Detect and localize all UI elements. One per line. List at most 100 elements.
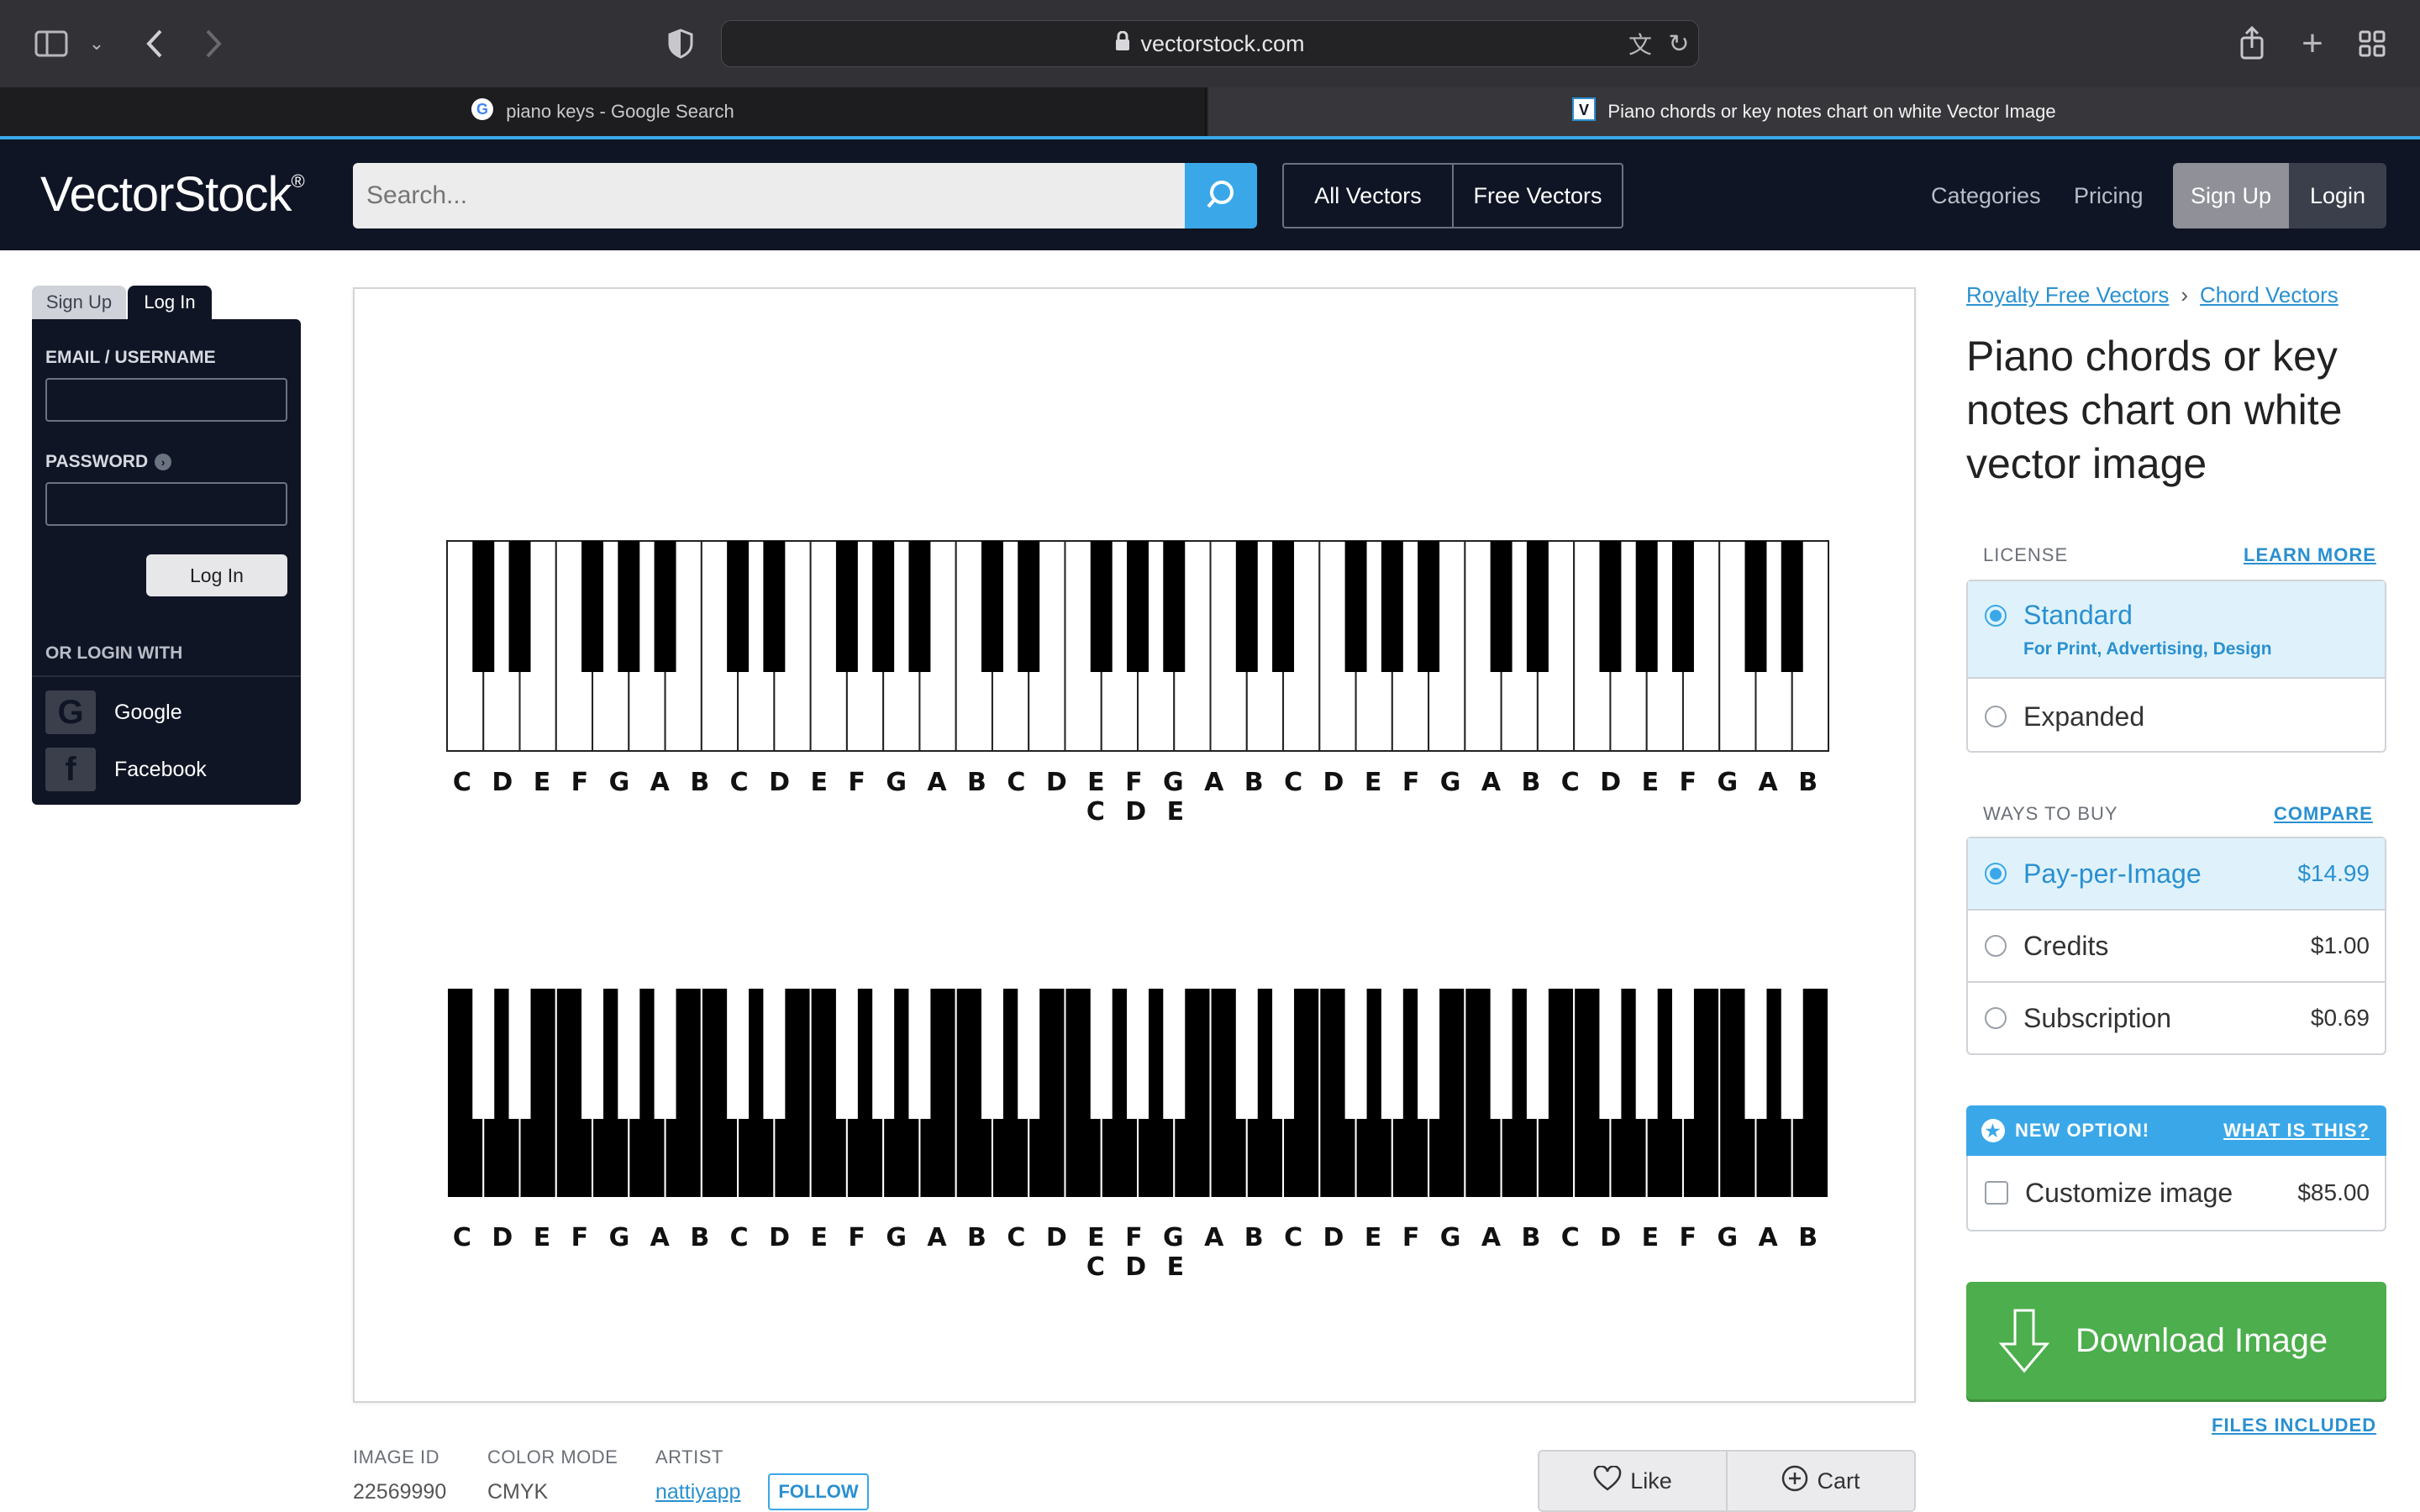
customize-price: $85.00 <box>2297 1179 2370 1205</box>
black-key <box>908 541 931 672</box>
free-vectors-button[interactable]: Free Vectors <box>1454 165 1622 227</box>
lock-icon <box>1115 30 1130 57</box>
info-icon[interactable]: › <box>155 454 172 470</box>
tab-log-in[interactable]: Log In <box>128 286 212 319</box>
translate-icon[interactable]: 文 <box>1622 27 1659 60</box>
follow-button[interactable]: FOLLOW <box>768 1473 869 1510</box>
search-icon <box>1204 177 1238 215</box>
google-login-button[interactable]: G Google <box>32 684 301 741</box>
inverted-sharp-key <box>872 988 895 1119</box>
license-standard[interactable]: Standard For Print, Advertising, Design <box>1968 581 2385 679</box>
license-expanded[interactable]: Expanded <box>1968 680 2385 753</box>
inverted-sharp-key <box>1781 988 1803 1119</box>
tab-vectorstock[interactable]: V Piano chords or key notes chart on whi… <box>1208 87 2420 136</box>
what-is-this-link[interactable]: WHAT IS THIS? <box>2223 1120 2370 1142</box>
inverted-sharp-key <box>835 988 858 1119</box>
color-mode-value: CMYK <box>487 1480 549 1504</box>
black-key <box>1490 541 1512 672</box>
black-key <box>1235 541 1258 672</box>
black-key <box>1635 541 1658 672</box>
files-included-link[interactable]: FILES INCLUDED <box>2212 1415 2376 1436</box>
learn-more-link[interactable]: LEARN MORE <box>2244 544 2376 566</box>
svg-text:V: V <box>1579 102 1589 118</box>
artist-link[interactable]: nattiyapp <box>655 1480 740 1504</box>
facebook-icon: f <box>45 748 96 791</box>
customize-checkbox[interactable] <box>1985 1181 2008 1205</box>
email-field[interactable] <box>45 378 287 422</box>
black-key <box>1671 541 1694 672</box>
login-submit-button[interactable]: Log In <box>146 554 287 596</box>
search-input[interactable] <box>353 163 1185 228</box>
inverted-sharp-key <box>908 988 931 1119</box>
google-icon: G <box>471 97 494 126</box>
black-key <box>1272 541 1295 672</box>
note-labels-bottom: C D E F G A B C D E F G A B C D E F G A … <box>442 1223 1828 1282</box>
registered-mark: ® <box>291 170 305 192</box>
like-label: Like <box>1630 1467 1672 1494</box>
site-header: VectorStock® All Vectors Free Vectors Ca… <box>0 136 2420 250</box>
reload-icon[interactable]: ↻ <box>1662 27 1696 60</box>
license-standard-name: Standard <box>2023 600 2133 630</box>
black-key <box>1127 541 1149 672</box>
inverted-sharp-key <box>581 988 604 1119</box>
download-label: Download Image <box>2075 1321 2328 1359</box>
inverted-sharp-key <box>1526 988 1549 1119</box>
share-icon[interactable] <box>2233 22 2270 64</box>
signup-button[interactable]: Sign Up <box>2173 163 2289 228</box>
inverted-sharp-key <box>618 988 640 1119</box>
divider <box>32 675 301 677</box>
tab-google-search[interactable]: G piano keys - Google Search <box>0 87 1207 136</box>
cart-button[interactable]: Cart <box>1728 1452 1914 1510</box>
license-standard-desc: For Print, Advertising, Design <box>2023 639 2272 659</box>
tab-overview-icon[interactable] <box>2353 25 2391 62</box>
option-subscription[interactable]: Subscription $0.69 <box>1968 983 2385 1053</box>
sidebar-toggle-icon[interactable] <box>32 25 71 62</box>
search-button[interactable] <box>1185 163 1257 228</box>
all-vectors-button[interactable]: All Vectors <box>1284 165 1454 227</box>
password-field[interactable] <box>45 482 287 526</box>
back-icon[interactable] <box>138 24 171 64</box>
radio-selected <box>1985 863 2007 885</box>
chevron-down-icon[interactable]: ⌄ <box>84 27 109 60</box>
note-label-row-text: C D E F G A B C D E F G A B C D E F G A … <box>452 768 1818 827</box>
browser-toolbar: ⌄ vectorstock.com 文 ↻ + <box>0 0 2420 87</box>
black-key <box>1381 541 1403 672</box>
compare-link[interactable]: COMPARE <box>2274 803 2373 825</box>
black-key <box>872 541 895 672</box>
tab-sign-up[interactable]: Sign Up <box>32 286 126 319</box>
image-actions: Like Cart <box>1538 1450 1916 1512</box>
purchase-options: Pay-per-Image $14.99 Credits $1.00 Subsc… <box>1966 837 2386 1055</box>
inverted-sharp-key <box>727 988 750 1119</box>
customize-option[interactable]: Customize image $85.00 <box>1966 1156 2386 1231</box>
option-name: Credits <box>2023 930 2109 961</box>
black-key <box>1526 541 1549 672</box>
vectorstock-logo[interactable]: VectorStock® <box>40 166 305 223</box>
preview-image[interactable]: C D E F G A B C D E F G A B C D E F G A … <box>353 287 1916 1403</box>
black-key <box>1744 541 1767 672</box>
forward-icon[interactable] <box>197 24 230 64</box>
black-key <box>727 541 750 672</box>
inverted-sharp-key <box>1235 988 1258 1119</box>
tab-label: piano keys - Google Search <box>506 101 734 122</box>
download-button[interactable]: Download Image <box>1966 1282 2386 1399</box>
note-label-row-text: C D E F G A B C D E F G A B C D E F G A … <box>452 1223 1818 1282</box>
categories-link[interactable]: Categories <box>1931 163 2041 228</box>
svg-text:G: G <box>476 101 488 118</box>
new-tab-icon[interactable]: + <box>2294 23 2331 64</box>
like-button[interactable]: Like <box>1539 1452 1728 1510</box>
facebook-login-button[interactable]: f Facebook <box>32 741 301 798</box>
address-bar[interactable]: vectorstock.com <box>721 20 1699 67</box>
inverted-sharp-key <box>1381 988 1403 1119</box>
login-button[interactable]: Login <box>2289 163 2386 228</box>
option-credits[interactable]: Credits $1.00 <box>1968 911 2385 983</box>
pricing-link[interactable]: Pricing <box>2074 163 2144 228</box>
breadcrumb-royalty-free[interactable]: Royalty Free Vectors <box>1966 282 2169 308</box>
facebook-label: Facebook <box>114 757 207 781</box>
option-pay-per-image[interactable]: Pay-per-Image $14.99 <box>1968 838 2385 911</box>
option-name: Pay-per-Image <box>2023 858 2202 889</box>
breadcrumb-separator: › <box>2181 282 2188 307</box>
option-price: $0.69 <box>2310 1005 2370 1031</box>
radio-unselected <box>1985 1007 2007 1029</box>
privacy-shield-icon[interactable] <box>664 25 697 62</box>
breadcrumb-chord-vectors[interactable]: Chord Vectors <box>2200 282 2338 308</box>
